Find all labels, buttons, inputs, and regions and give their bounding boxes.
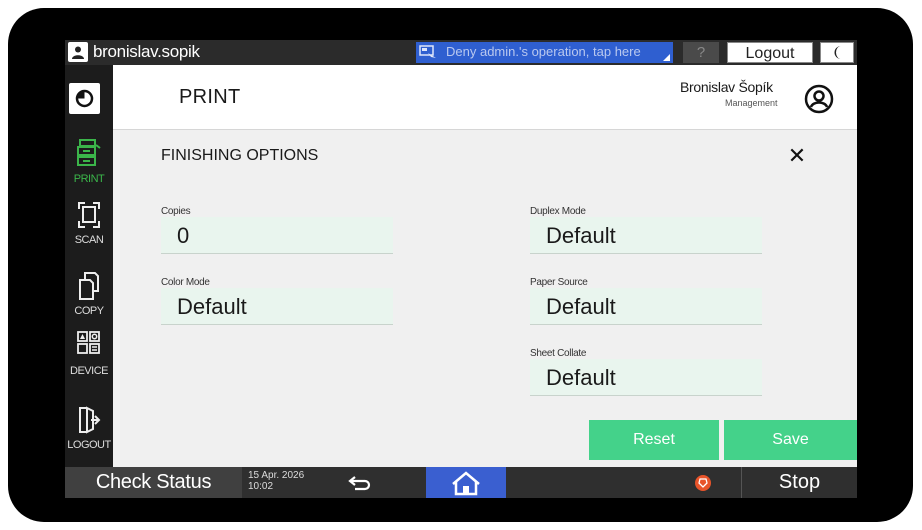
bottom-bar: Check Status 15 Apr. 2026 10:02 Stop bbox=[65, 467, 857, 498]
logout-button[interactable]: Logout bbox=[727, 42, 813, 63]
logo-icon bbox=[75, 89, 94, 108]
device-icon bbox=[77, 331, 100, 354]
copies-field[interactable]: 0 bbox=[161, 217, 393, 254]
page-header: PRINT Bronislav Šopík Management bbox=[113, 65, 857, 130]
user-role: Management bbox=[725, 98, 778, 108]
panel-screen: bronislav.sopik Deny admin.'s operation,… bbox=[65, 40, 857, 498]
duplex-mode-field[interactable]: Default bbox=[530, 217, 762, 254]
user-display-name: Bronislav Šopík bbox=[680, 79, 773, 95]
stop-icon[interactable] bbox=[695, 475, 711, 491]
home-logo-button[interactable] bbox=[69, 83, 100, 114]
home-button[interactable] bbox=[426, 467, 506, 498]
sidebar-item-logout[interactable]: LOGOUT bbox=[65, 405, 113, 465]
sidebar-item-label: PRINT bbox=[73, 173, 105, 185]
scan-icon bbox=[78, 202, 100, 228]
copies-label: Copies bbox=[161, 206, 191, 217]
sidebar-item-print[interactable]: PRINT bbox=[65, 139, 113, 199]
close-button[interactable]: ✕ bbox=[783, 142, 811, 170]
duplex-mode-label: Duplex Mode bbox=[530, 206, 586, 217]
sidebar: PRINT SCAN COPY DEVICE LOGOUT bbox=[65, 65, 113, 467]
section-title: FINISHING OPTIONS bbox=[161, 147, 319, 164]
sidebar-item-scan[interactable]: SCAN bbox=[65, 200, 113, 260]
paper-source-field[interactable]: Default bbox=[530, 288, 762, 325]
home-icon bbox=[452, 471, 480, 496]
remote-operation-icon bbox=[419, 45, 436, 58]
avatar-icon[interactable] bbox=[804, 84, 834, 114]
date-time-display: 15 Apr. 2026 10:02 bbox=[248, 470, 304, 492]
deny-admin-operation-label: Deny admin.'s operation, tap here bbox=[446, 44, 641, 59]
time-text: 10:02 bbox=[248, 481, 274, 492]
sheet-collate-label: Sheet Collate bbox=[530, 348, 587, 359]
paper-source-label: Paper Source bbox=[530, 277, 588, 288]
login-username: bronislav.sopik bbox=[93, 42, 200, 61]
sheet-collate-field[interactable]: Default bbox=[530, 359, 762, 396]
reset-button[interactable]: Reset bbox=[589, 420, 719, 460]
stop-button[interactable]: Stop bbox=[741, 467, 857, 498]
printer-icon bbox=[77, 139, 101, 166]
user-icon[interactable] bbox=[68, 42, 88, 62]
moon-icon bbox=[834, 46, 841, 59]
check-status-button[interactable]: Check Status bbox=[65, 467, 242, 498]
sidebar-item-label: LOGOUT bbox=[67, 439, 111, 451]
dark-mode-toggle[interactable] bbox=[820, 42, 854, 63]
sidebar-item-label: SCAN bbox=[74, 234, 104, 246]
top-status-bar: bronislav.sopik Deny admin.'s operation,… bbox=[65, 40, 857, 65]
copy-icon bbox=[79, 272, 99, 300]
page-title: PRINT bbox=[179, 86, 241, 108]
close-icon: ✕ bbox=[787, 143, 807, 168]
sidebar-item-label: COPY bbox=[74, 305, 104, 317]
expand-corner-icon bbox=[663, 54, 670, 61]
logout-icon bbox=[79, 406, 101, 434]
save-button[interactable]: Save bbox=[724, 420, 857, 460]
sidebar-item-device[interactable]: DEVICE bbox=[65, 331, 113, 391]
help-button[interactable]: ? bbox=[683, 42, 719, 63]
deny-admin-operation-button[interactable]: Deny admin.'s operation, tap here bbox=[416, 42, 673, 63]
sidebar-item-copy[interactable]: COPY bbox=[65, 271, 113, 331]
back-button[interactable] bbox=[342, 467, 380, 498]
date-text: 15 Apr. 2026 bbox=[248, 470, 305, 481]
color-mode-field[interactable]: Default bbox=[161, 288, 393, 325]
sidebar-item-label: DEVICE bbox=[70, 365, 108, 377]
color-mode-label: Color Mode bbox=[161, 277, 210, 288]
back-arrow-icon bbox=[348, 476, 371, 491]
